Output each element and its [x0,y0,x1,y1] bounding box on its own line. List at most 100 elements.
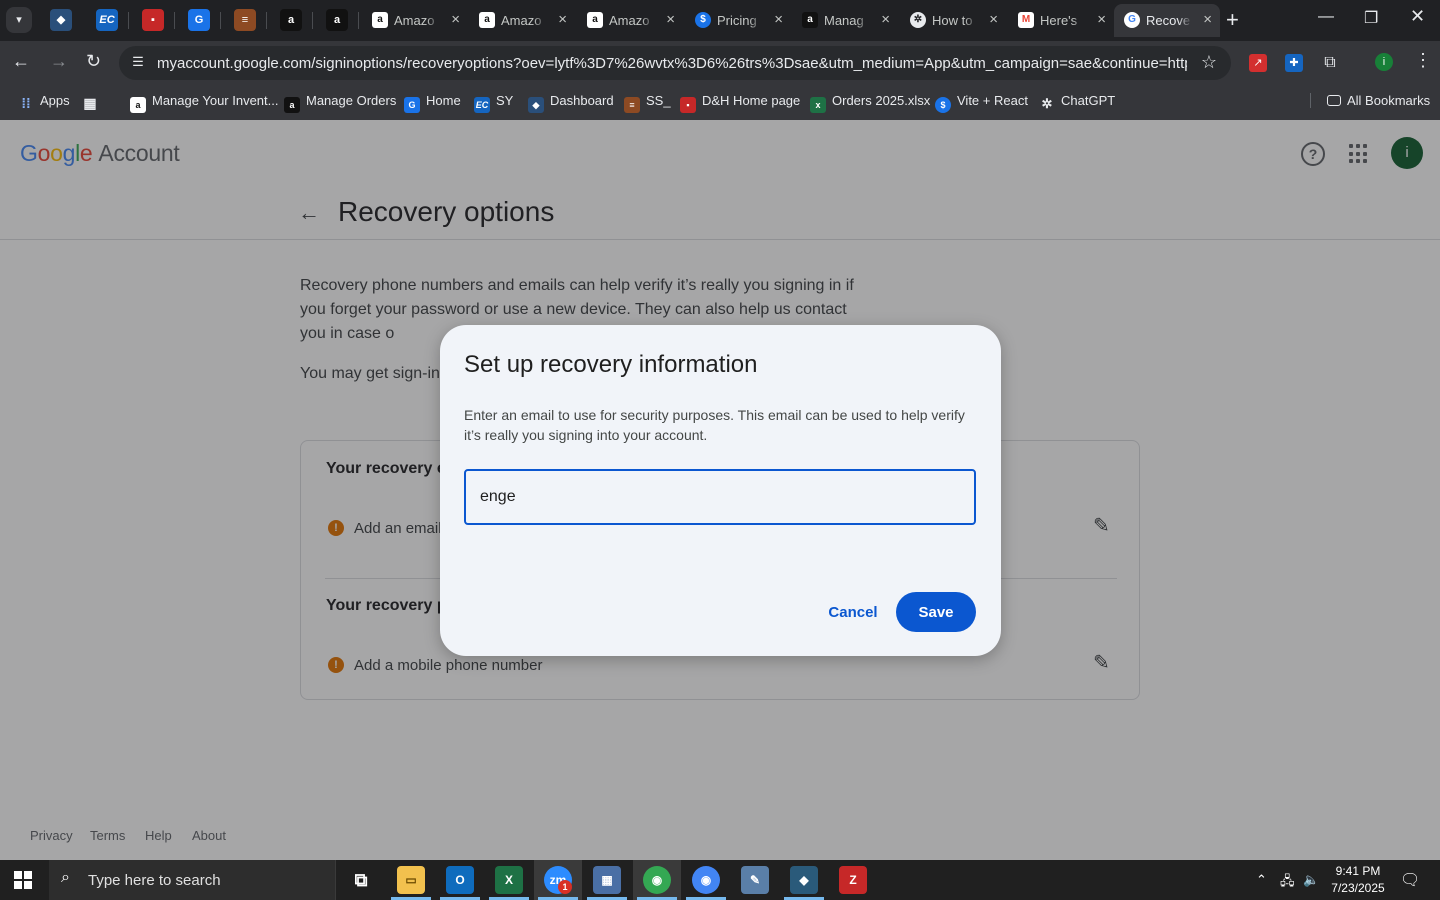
tab[interactable]: a Amazo × [577,4,683,37]
pinned-tab-box-icon[interactable]: ≡ [234,9,256,31]
dialog-title: Set up recovery information [464,351,758,378]
bookmark-star-icon[interactable]: ☆ [1201,52,1217,73]
diamond-app-icon[interactable]: ◆ [790,866,818,894]
tab-title: Pricing [717,13,757,28]
close-icon[interactable]: × [666,11,675,28]
file-explorer-icon[interactable]: ▭ [397,866,425,894]
amazon-icon: a [479,12,495,28]
chrome-profile-icon[interactable]: ◉ [692,866,720,894]
clock-date: 7/23/2025 [1331,881,1385,895]
bookmark-dashboard[interactable]: ◆ Dashboard [528,93,614,113]
bookmark-dh-home[interactable]: ▪ D&H Home page [680,93,800,113]
bookmark-apps[interactable]: ⁞⁞ Apps [18,93,70,111]
tab-active[interactable]: G Recove × [1114,4,1220,37]
extension-puzzle-blue-icon[interactable]: ✚ [1285,54,1303,72]
tab[interactable]: ✲ How to × [900,4,1006,37]
tab[interactable]: M Here's × [1008,4,1114,37]
bookmark-label: Vite + React [957,93,1028,108]
pinned-tab-amazon-icon[interactable]: a [326,9,348,31]
system-clock[interactable]: 9:41 PM 7/23/2025 [1326,863,1390,897]
extensions-icon[interactable]: ⧉ [1321,54,1339,72]
tab[interactable]: a Manag × [792,4,898,37]
gmail-icon: M [1018,12,1034,28]
calculator-icon[interactable]: ▦ [593,866,621,894]
new-tab-plus-icon[interactable]: + [1226,8,1239,32]
notifications-icon[interactable]: 🗨 [1400,870,1420,890]
recovery-email-input[interactable] [464,469,976,525]
tab-title: Amazo [501,13,542,28]
tab-search-chevron-icon[interactable]: ▾ [6,7,32,33]
close-icon[interactable]: × [451,11,460,28]
minimize-icon[interactable]: — [1318,8,1334,26]
bookmark-sy[interactable]: EC SY [474,93,513,113]
apps-grid-icon: ⁞⁞ [21,95,31,111]
browser-profile-icon[interactable]: i [1375,53,1393,71]
bookmark-chatgpt[interactable]: ✲ ChatGPT [1039,93,1116,112]
pinned-tab-dh-icon[interactable]: ▪ [142,9,164,31]
bookmark-orders-xlsx[interactable]: x Orders 2025.xlsx [810,93,930,113]
tab-title: How to [932,13,973,28]
dollar-icon: $ [935,97,951,113]
restore-icon[interactable]: ❐ [1364,8,1378,28]
task-view-icon[interactable]: ⧉ [347,866,375,894]
tab-title: Recove [1146,13,1191,28]
amazon-icon: a [372,12,388,28]
bookmark-label: D&H Home page [702,93,801,108]
browser-toolbar: ← → ↻ ☰ myaccount.google.com/signinoptio… [0,41,1440,84]
bookmark-label: SY [496,93,514,108]
close-icon[interactable]: × [774,11,783,28]
window-close-icon[interactable]: ✕ [1410,6,1425,27]
bookmark-ss[interactable]: ≡ SS_ [624,93,671,113]
cancel-button[interactable]: Cancel [818,592,888,632]
bookmark-label: Apps [40,93,70,108]
bookmark-manage-orders[interactable]: a Manage Orders [284,93,396,113]
amazon-icon: a [284,97,300,113]
browser-tab-strip: ▾ ◆ EC ▪ G ≡ a a a Amazo × a Amazo × a A… [0,0,1440,41]
extension-arrow-icon[interactable]: ↗ [1249,54,1267,72]
reload-icon[interactable]: ↻ [86,51,101,72]
tab[interactable]: a Amazo × [469,4,575,37]
network-icon[interactable]: 🖧 [1280,872,1295,894]
close-icon[interactable]: × [881,11,890,28]
tab-groups-icon: ▦ [83,95,97,111]
browser-menu-icon[interactable]: ⋮ [1414,50,1432,71]
notes-app-icon[interactable]: ✎ [741,866,769,894]
clock-time: 9:41 PM [1335,864,1381,878]
notification-badge: 1 [558,880,572,894]
tab[interactable]: a Amazo × [362,4,468,37]
all-bookmarks[interactable]: All Bookmarks [1310,93,1430,108]
windows-start-icon[interactable] [14,871,32,889]
close-icon[interactable]: × [1203,11,1212,28]
chrome-icon[interactable]: ◉ [643,866,671,894]
openai-icon: ✲ [1041,96,1053,111]
excel-icon[interactable]: X [495,866,523,894]
recovery-dialog: Set up recovery information Enter an ema… [440,325,1001,656]
dollar-icon: $ [695,12,711,28]
bookmark-vite-react[interactable]: $ Vite + React [935,93,1028,113]
pinned-tab-ec-icon[interactable]: EC [96,9,118,31]
volume-icon[interactable]: 🔈 [1303,872,1319,888]
back-icon[interactable]: ← [12,51,30,72]
pinned-tab-amazon-icon[interactable]: a [280,9,302,31]
pinned-tab-home-icon[interactable]: G [188,9,210,31]
bookmark-manage-inventory[interactable]: a Manage Your Invent... [130,93,278,113]
ec-icon: EC [474,97,490,113]
taskbar-search[interactable]: ⌕ Type here to search [49,860,336,900]
address-bar[interactable]: ☰ myaccount.google.com/signinoptions/rec… [119,46,1231,80]
close-icon[interactable]: × [989,11,998,28]
site-settings-icon[interactable]: ☰ [129,54,147,72]
outlook-icon[interactable]: O [446,866,474,894]
filezilla-icon[interactable]: Z [839,866,867,894]
search-icon: ⌕ [61,869,70,886]
close-icon[interactable]: × [1097,11,1106,28]
close-icon[interactable]: × [558,11,567,28]
bookmark-tab-groups[interactable]: ▦ [82,93,104,111]
tray-chevron-icon[interactable]: ⌃ [1256,872,1267,888]
bookmark-label: Dashboard [550,93,614,108]
forward-icon[interactable]: → [50,51,68,72]
url-text[interactable]: myaccount.google.com/signinoptions/recov… [157,55,1187,72]
tab[interactable]: $ Pricing × [685,4,791,37]
pinned-tab-diamond-icon[interactable]: ◆ [50,9,72,31]
bookmark-home[interactable]: G Home [404,93,461,113]
save-button[interactable]: Save [896,592,976,632]
